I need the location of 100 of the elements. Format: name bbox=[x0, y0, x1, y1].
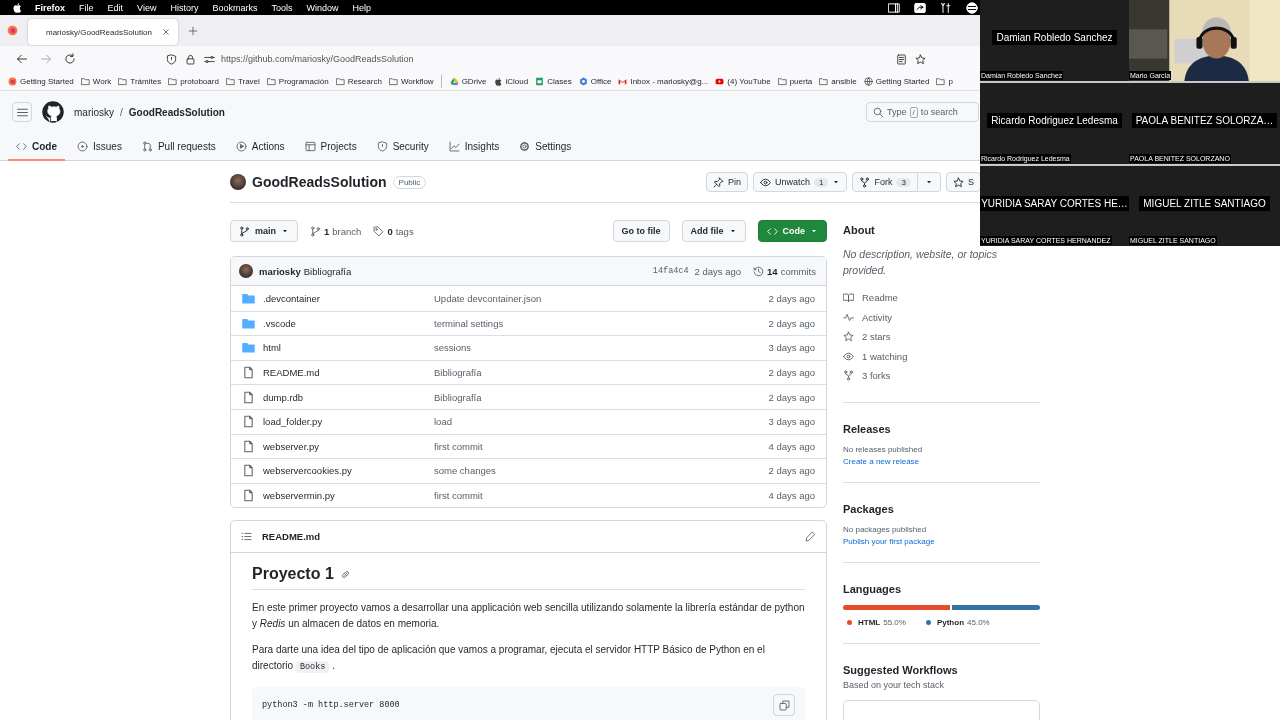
file-name-link[interactable]: .vscode bbox=[263, 317, 296, 329]
commit-message-link[interactable]: terminal settings bbox=[434, 317, 769, 329]
tags-link[interactable]: 0 tags bbox=[373, 225, 414, 237]
menu-item[interactable]: Tools bbox=[271, 2, 293, 13]
commit-author[interactable]: mariosky bbox=[259, 265, 301, 277]
eye-button[interactable]: Unwatch 1 bbox=[753, 172, 848, 192]
file-name-link[interactable]: webservermin.py bbox=[263, 490, 335, 502]
sidebar-link[interactable]: Activity bbox=[843, 307, 1040, 327]
edit-icon[interactable] bbox=[805, 531, 816, 543]
reload-icon[interactable] bbox=[64, 53, 76, 65]
star-button[interactable]: S bbox=[945, 172, 981, 192]
branches-link[interactable]: 1 branch bbox=[310, 225, 362, 237]
commit-message-link[interactable]: Update devcontainer.json bbox=[434, 292, 769, 304]
commits-link[interactable]: 14 commits bbox=[753, 265, 816, 277]
repo-tab[interactable]: Issues bbox=[69, 133, 130, 161]
menu-item[interactable]: Help bbox=[352, 2, 371, 13]
tools-icon[interactable] bbox=[940, 1, 952, 14]
sidebar-link[interactable]: 3 forks bbox=[843, 366, 1040, 386]
apple-menu-icon[interactable] bbox=[12, 2, 23, 13]
repo-tab[interactable]: Projects bbox=[296, 133, 365, 161]
bookmark[interactable]: Getting Started bbox=[20, 76, 74, 86]
sidebar-link[interactable]: Readme bbox=[843, 288, 1040, 308]
fork-button[interactable]: Fork 3 bbox=[852, 172, 918, 192]
menu-item[interactable]: Bookmarks bbox=[212, 2, 258, 13]
repo-tab[interactable]: Code bbox=[8, 133, 65, 161]
permissions-icon[interactable] bbox=[204, 53, 215, 65]
search-field[interactable]: Type / to search bbox=[866, 102, 979, 122]
go-to-file-button[interactable]: Go to file bbox=[612, 220, 670, 242]
menu-item[interactable]: Window bbox=[306, 2, 339, 13]
commit-message-link[interactable]: load bbox=[434, 416, 769, 428]
bookmark-star-icon[interactable] bbox=[915, 53, 926, 65]
shield-icon[interactable] bbox=[166, 53, 177, 65]
repo-tab[interactable]: Insights bbox=[440, 133, 508, 161]
bookmark[interactable]: Travel bbox=[237, 76, 260, 86]
bookmark[interactable]: Inbox - mariosky@g... bbox=[630, 76, 709, 86]
back-icon[interactable] bbox=[16, 53, 28, 65]
add-file-button[interactable]: Add file bbox=[681, 220, 746, 242]
avatar[interactable] bbox=[239, 264, 253, 278]
commit-sha[interactable]: 14fa4c4 bbox=[652, 266, 689, 276]
bookmark[interactable]: iCloud bbox=[505, 76, 529, 86]
bookmark[interactable]: GDrive bbox=[461, 76, 487, 86]
language-name[interactable]: Python bbox=[936, 617, 964, 627]
sidebar-link[interactable]: 2 stars bbox=[843, 327, 1040, 347]
close-icon[interactable] bbox=[162, 28, 170, 36]
bookmark[interactable]: Getting Started bbox=[875, 76, 930, 86]
repo-tab[interactable]: Settings bbox=[511, 133, 580, 161]
menu-item[interactable]: Edit bbox=[107, 2, 124, 13]
sidebar-window-icon[interactable] bbox=[888, 1, 900, 14]
file-name-link[interactable]: webservercookies.py bbox=[263, 465, 352, 477]
file-name-link[interactable]: .devcontainer bbox=[263, 292, 321, 304]
commit-message[interactable]: Bibliografía bbox=[303, 265, 352, 277]
copy-button[interactable] bbox=[773, 694, 795, 717]
repo-name[interactable]: GoodReadsSolution bbox=[252, 174, 387, 190]
bookmark[interactable]: Work bbox=[92, 76, 112, 86]
bookmark[interactable]: Programación bbox=[278, 76, 329, 86]
file-name-link[interactable]: dump.rdb bbox=[263, 391, 304, 403]
outline-icon[interactable] bbox=[241, 531, 252, 543]
control-center-icon[interactable] bbox=[966, 1, 978, 14]
commit-message-link[interactable]: Bibliografía bbox=[434, 367, 769, 379]
commit-message-link[interactable]: Bibliografía bbox=[434, 391, 769, 403]
file-name-link[interactable]: load_folder.py bbox=[263, 416, 323, 428]
bookmark[interactable]: protoboard bbox=[180, 76, 219, 86]
menu-item[interactable]: History bbox=[170, 2, 199, 13]
commit-message-link[interactable]: sessions bbox=[434, 342, 769, 354]
bookmark[interactable]: puerta bbox=[789, 76, 813, 86]
menu-item[interactable]: View bbox=[137, 2, 157, 13]
commit-message-link[interactable]: some changes bbox=[434, 465, 769, 477]
bookmark[interactable]: Trámites bbox=[130, 76, 162, 86]
file-name-link[interactable]: html bbox=[263, 342, 281, 354]
repo-tab[interactable]: Pull requests bbox=[133, 133, 224, 161]
repo-tab[interactable]: Actions bbox=[227, 133, 293, 161]
bookmark[interactable]: Clases bbox=[547, 76, 572, 86]
code-button[interactable]: Code bbox=[757, 220, 827, 242]
firefox-icon[interactable] bbox=[7, 25, 18, 36]
cat-logo-icon[interactable] bbox=[42, 101, 64, 123]
repo-link[interactable]: GoodReadsSolution bbox=[128, 106, 225, 118]
commit-message-link[interactable]: first commit bbox=[434, 490, 769, 502]
menu-button[interactable] bbox=[12, 102, 32, 122]
new-tab-icon[interactable] bbox=[188, 25, 198, 36]
link-icon[interactable] bbox=[339, 568, 351, 580]
file-name-link[interactable]: README.md bbox=[263, 367, 320, 379]
menu-item[interactable]: File bbox=[79, 2, 94, 13]
menu-item[interactable]: Firefox bbox=[35, 2, 65, 13]
bookmark[interactable]: ansible bbox=[831, 76, 857, 86]
bookmark[interactable]: Research bbox=[347, 76, 382, 86]
browser-tab[interactable]: mariosky/GoodReadsSolution bbox=[28, 19, 178, 45]
commit-message-link[interactable]: first commit bbox=[434, 440, 769, 452]
repo-tab[interactable]: Security bbox=[368, 133, 437, 161]
bookmark[interactable]: Office bbox=[590, 76, 612, 86]
link[interactable]: Create a new release bbox=[843, 456, 1040, 466]
sidebar-link[interactable]: 1 watching bbox=[843, 346, 1040, 366]
reader-view-icon[interactable] bbox=[896, 53, 907, 65]
bookmark[interactable]: Workflow bbox=[400, 76, 434, 86]
screen-share-icon[interactable] bbox=[914, 1, 926, 14]
avatar[interactable] bbox=[230, 174, 246, 190]
language-name[interactable]: HTML bbox=[858, 617, 881, 627]
pin-button[interactable]: Pin bbox=[706, 172, 748, 192]
link[interactable]: Publish your first package bbox=[843, 536, 1040, 546]
lock-icon[interactable] bbox=[185, 53, 196, 65]
bookmark[interactable]: p bbox=[948, 76, 953, 86]
